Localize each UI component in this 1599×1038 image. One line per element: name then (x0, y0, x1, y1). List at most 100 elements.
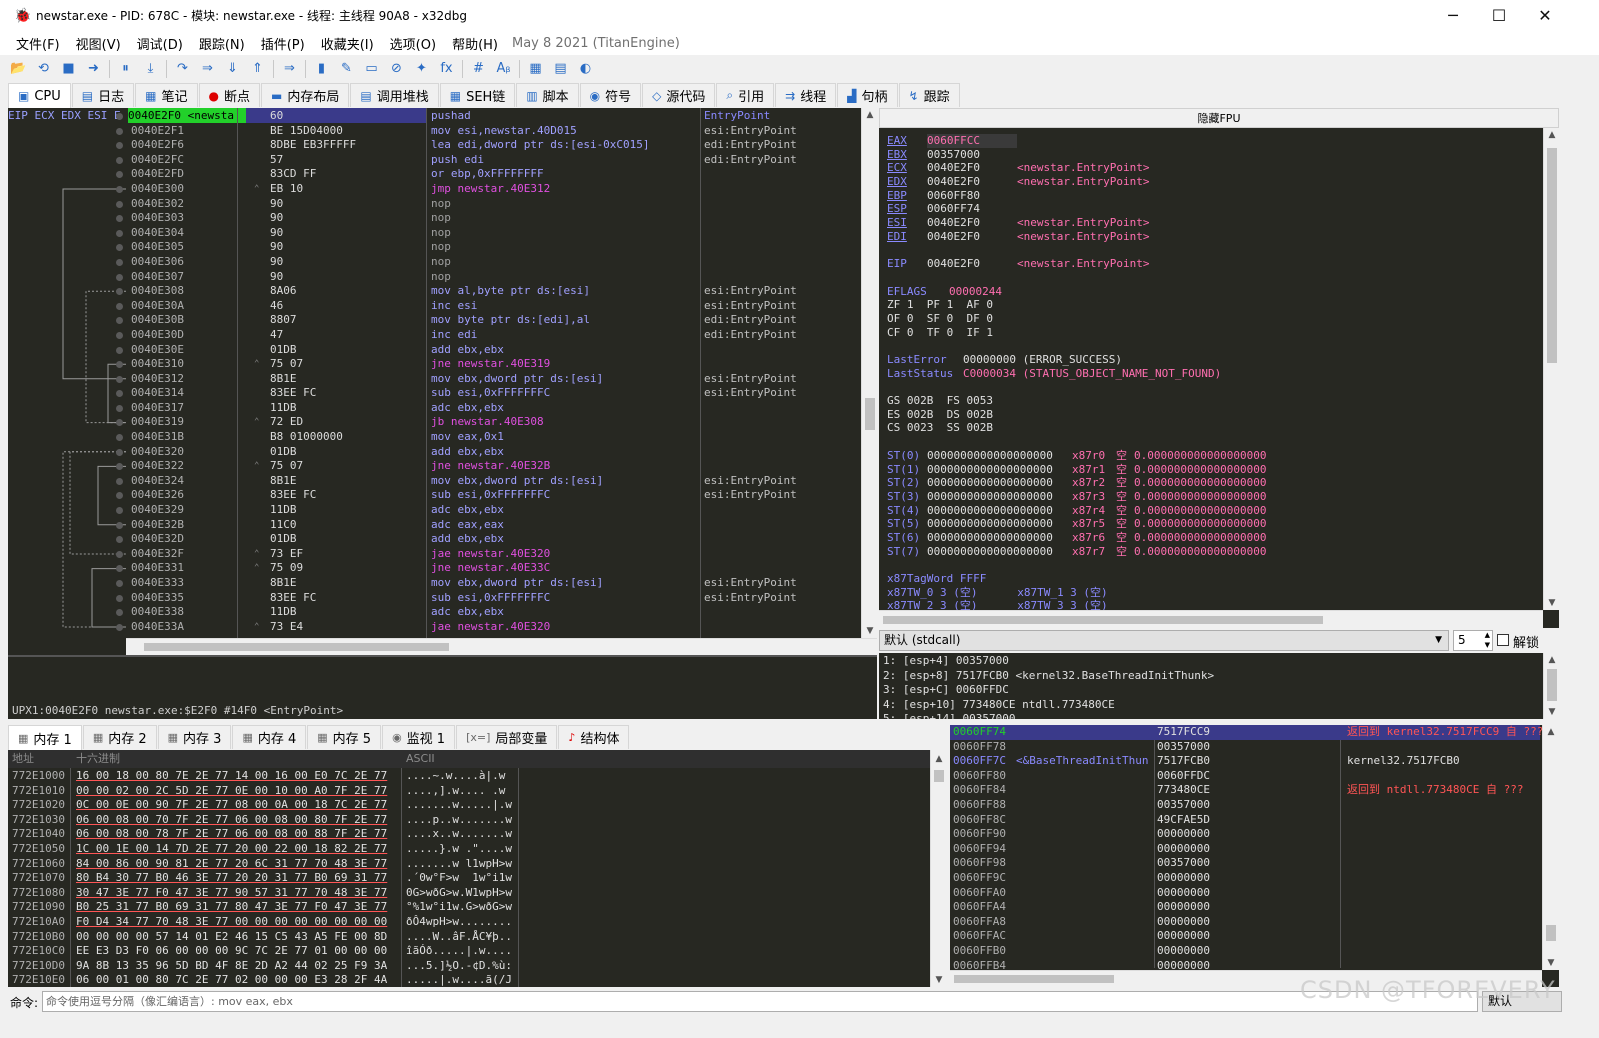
segment-line[interactable]: ES 002B DS 002B (887, 408, 993, 421)
scroll-down-icon[interactable]: ▼ (1544, 598, 1559, 608)
dump-tab-2[interactable]: ▦ 内存 3 (157, 725, 232, 749)
stack-row[interactable]: 0060FF94 00000000 (950, 842, 1540, 857)
stack-row[interactable]: 0060FF84 773480CE 返回到 ntdll.773480CE 自 ??? (950, 783, 1540, 798)
toolbar-button-9[interactable]: ⇑ (245, 58, 270, 80)
stack-row[interactable]: 0060FF80 0060FFDC (950, 769, 1540, 784)
stack-row[interactable]: 0060FF88 00357000 (950, 798, 1540, 813)
disasm-row[interactable]: 0040E331 ⌃ 75 09 jne newstar.40E33C (8, 561, 860, 576)
disasm-row[interactable]: 0040E32B 11C0 adc eax,eax (8, 518, 860, 533)
stack-row[interactable]: 0060FFA0 00000000 (950, 886, 1540, 901)
breakpoint-dot-icon[interactable] (116, 580, 123, 587)
dump-tab-3[interactable]: ▦ 内存 4 (232, 725, 307, 749)
toolbar-button-13[interactable]: ▭ (359, 58, 384, 80)
dump-hex[interactable]: 1C 00 1E 00 14 7D 2E 77 20 00 22 00 18 8… (76, 842, 387, 857)
stack-row[interactable]: 0060FF7C <&BaseThreadInitThun 7517FCB0 kern… (950, 754, 1540, 769)
breakpoint-dot-icon[interactable] (116, 258, 123, 266)
tab-12[interactable]: ▟ 句柄 (837, 83, 898, 107)
breakpoint-dot-icon[interactable] (116, 550, 123, 558)
register-value[interactable]: 0060FFCC (927, 134, 1017, 148)
breakpoint-dot-icon[interactable] (116, 375, 123, 383)
toolbar-button-19[interactable]: ▦ (523, 58, 548, 80)
scroll-up-icon[interactable]: ▲ (1543, 727, 1559, 737)
dump-hex[interactable]: 0C 00 0E 00 90 7F 2E 77 08 00 0A 00 18 7… (76, 798, 387, 813)
dump-tab-5[interactable]: ◉ 监视 1 (382, 725, 456, 749)
dump-hex[interactable]: EE E3 D3 F0 06 00 00 00 9C 7C 2E 77 01 0… (76, 944, 387, 959)
dump-hex[interactable]: 06 00 01 00 80 7C 2E 77 02 00 00 00 E3 2… (76, 973, 387, 987)
toolbar-button-2[interactable]: ■ (56, 58, 81, 80)
dump-tab-7[interactable]: ♪ 结构体 (558, 725, 630, 749)
stack-row[interactable]: 0060FFB0 00000000 (950, 944, 1540, 959)
menu-trace[interactable]: 跟踪(N) (191, 34, 253, 53)
register-value[interactable]: 0040E2F0 (927, 216, 1017, 230)
tab-0[interactable]: ▣ CPU (8, 83, 71, 108)
stack-row[interactable]: 0060FFA4 00000000 (950, 900, 1540, 915)
disasm-row[interactable]: 0040E30D 47 inc edi edi:EntryPoint (8, 328, 860, 343)
tab-13[interactable]: ↯ 跟踪 (898, 83, 960, 107)
disasm-row[interactable]: 0040E320 01DB add ebx,ebx (8, 445, 860, 460)
disasm-hscroll[interactable] (126, 638, 877, 655)
dump-row[interactable]: 772E1020 0C 00 0E 00 90 7F 2E 77 08 00 0A… (8, 798, 908, 813)
dump-tab-4[interactable]: ▦ 内存 5 (307, 725, 382, 749)
disasm-row[interactable]: 0040E322 ⌃ 75 07 jne newstar.40E32B (8, 459, 860, 474)
disasm-row[interactable]: 0040E319 ⌃ 72 ED jb newstar.40E308 (8, 415, 860, 430)
command-input[interactable]: 命令使用逗号分隔（像汇编语言）: mov eax, ebx (42, 991, 1478, 1012)
tab-3[interactable]: ● 断点 (198, 83, 260, 107)
argument-row[interactable]: 3: [esp+C] 0060FFDC (883, 683, 1214, 698)
fpu-value[interactable]: 0000000000000000000 (927, 476, 1072, 490)
dump-row[interactable]: 772E10D0 9A 8B 13 35 96 5D BD 4F 8E 2D A2… (8, 959, 908, 974)
dump-row[interactable]: 772E1000 16 00 18 00 80 7E 2E 77 14 00 16… (8, 769, 908, 784)
disasm-row[interactable]: 0040E2F0 60 pushad EntryPoint (8, 109, 860, 124)
disasm-row[interactable]: 0040E329 11DB adc ebx,ebx (8, 503, 860, 518)
tab-8[interactable]: ◉ 符号 (579, 83, 642, 107)
dump-row[interactable]: 772E1040 06 00 08 00 78 7F 2E 77 06 00 08… (8, 827, 908, 842)
stack-view[interactable]: 0060FF74 7517FCC9 返回到 kernel32.7517FCC9 自 … (950, 725, 1559, 987)
register-value[interactable]: 0040E2F0 (927, 230, 1017, 244)
breakpoint-dot-icon[interactable] (116, 156, 123, 164)
toolbar-button-3[interactable]: ➜ (81, 58, 106, 80)
breakpoint-dot-icon[interactable] (116, 127, 123, 135)
toolbar-button-21[interactable]: ◐ (573, 58, 598, 80)
dump-hex[interactable]: 9A 8B 13 35 96 5D BD 4F 8E 2D A2 44 02 2… (76, 959, 387, 974)
argument-row[interactable]: 5: [esp+14] 00357000 (883, 712, 1214, 719)
disasm-row[interactable]: 0040E306 90 nop (8, 255, 860, 270)
breakpoint-dot-icon[interactable] (116, 507, 123, 515)
scroll-down-icon[interactable]: ▼ (862, 626, 877, 636)
segment-line[interactable]: CS 0023 SS 002B (887, 421, 993, 434)
tab-6[interactable]: ▦ SEH链 (439, 83, 516, 107)
eip-value[interactable]: 0040E2F0 (927, 257, 1017, 271)
disasm-row[interactable]: 0040E2FD 83CD FF or ebp,0xFFFFFFFF (8, 167, 860, 182)
disasm-row[interactable]: 0040E324 8B1E mov ebx,dword ptr ds:[esi] es… (8, 474, 860, 489)
breakpoint-dot-icon[interactable] (116, 623, 123, 631)
dump-tab-6[interactable]: [x=] 局部变量 (456, 725, 558, 749)
scroll-up-icon[interactable]: ▲ (1544, 130, 1559, 140)
flags-line[interactable]: ZF 1 PF 1 AF 0 (887, 298, 993, 311)
argument-row[interactable]: 1: [esp+4] 00357000 (883, 654, 1214, 669)
breakpoint-dot-icon[interactable] (116, 448, 123, 456)
dump-hex[interactable]: 30 47 3E 77 F0 47 3E 77 90 57 31 77 70 4… (76, 886, 387, 901)
memory-dump-view[interactable]: 地址 十六进制 ASCII 772E1000 16 00 18 00 80 7E … (8, 750, 947, 987)
dump-row[interactable]: 772E1010 00 00 02 00 2C 5D 2E 77 0E 00 10… (8, 784, 908, 799)
disasm-row[interactable]: 0040E304 90 nop (8, 226, 860, 241)
stack-row[interactable]: 0060FFAC 00000000 (950, 929, 1540, 944)
breakpoint-dot-icon[interactable] (116, 434, 123, 442)
breakpoint-dot-icon[interactable] (116, 273, 123, 281)
dump-row[interactable]: 772E10C0 EE E3 D3 F0 06 00 00 00 9C 7C 2E… (8, 944, 908, 959)
fpu-value[interactable]: 0000000000000000000 (927, 490, 1072, 504)
tab-7[interactable]: ▥ 脚本 (516, 83, 579, 107)
dump-row[interactable]: 772E1070 80 B4 30 77 B0 46 3E 77 20 20 31… (8, 871, 908, 886)
breakpoint-dot-icon[interactable] (116, 215, 123, 223)
breakpoint-dot-icon[interactable] (116, 536, 123, 544)
dump-hex[interactable]: 84 00 86 00 90 81 2E 77 20 6C 31 77 70 4… (76, 857, 387, 872)
menu-help[interactable]: 帮助(H) (444, 34, 506, 53)
disasm-row[interactable]: 0040E32F ⌃ 73 EF jae newstar.40E320 (8, 547, 860, 562)
toggle-fpu-button[interactable]: 隐藏FPU (879, 108, 1559, 128)
stack-vscroll[interactable]: ▲ ▼ (1542, 725, 1559, 970)
disasm-row[interactable]: 0040E32D 01DB add ebx,ebx (8, 532, 860, 547)
breakpoint-dot-icon[interactable] (116, 346, 123, 354)
fpu-value[interactable]: 0000000000000000000 (927, 545, 1072, 559)
args-vscroll[interactable]: ▲ ▼ (1543, 653, 1559, 719)
disasm-row[interactable]: 0040E310 ⌃ 75 07 jne newstar.40E319 (8, 357, 860, 372)
tab-11[interactable]: ⇉ 线程 (775, 83, 837, 107)
toolbar-button-17[interactable]: # (466, 58, 491, 80)
stack-row[interactable]: 0060FF8C 49CFAE5D (950, 813, 1540, 828)
